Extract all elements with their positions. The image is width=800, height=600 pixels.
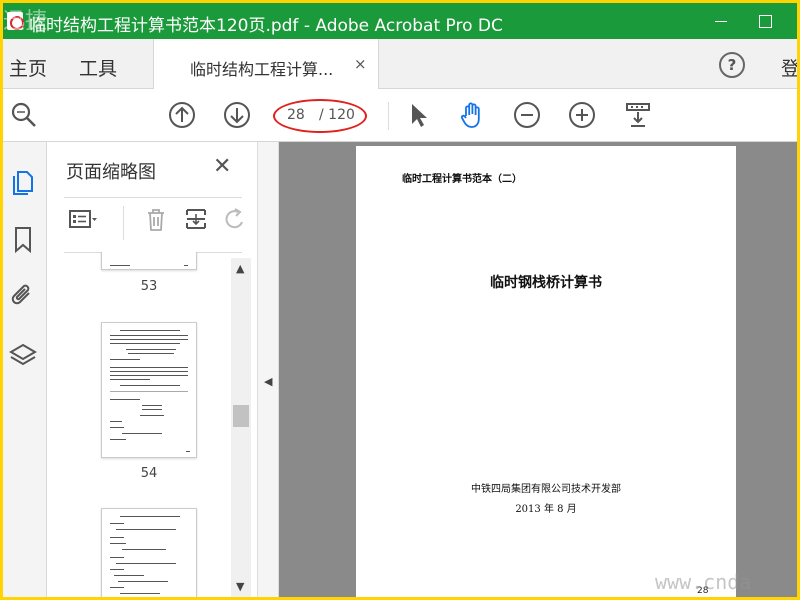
- collapse-panel-icon[interactable]: ◀: [264, 375, 272, 388]
- thumb-line: [110, 367, 188, 368]
- scrollbar-handle[interactable]: [233, 405, 249, 427]
- layers-icon[interactable]: [8, 340, 38, 370]
- next-page-icon[interactable]: [222, 100, 252, 130]
- thumbnail-label: 54: [140, 466, 158, 481]
- thumb-line: [110, 335, 188, 336]
- thumb-line: [110, 265, 130, 266]
- options-menu-icon[interactable]: [68, 204, 98, 234]
- page-header: 临时工程计算书范本（二）: [402, 174, 522, 185]
- total-pages: / 120: [319, 107, 355, 123]
- corner-watermark: 迅捷: [3, 9, 48, 34]
- thumb-line: [120, 330, 180, 331]
- thumb-line: [110, 399, 140, 400]
- document-title: 临时钢栈桥计算书: [490, 275, 602, 291]
- thumbnail-page[interactable]: [101, 252, 197, 270]
- window-title: 临时结构工程计算书范本120页.pdf - Adobe Acrobat Pro …: [29, 16, 503, 36]
- zoom-in-icon[interactable]: [567, 100, 597, 130]
- tab-document[interactable]: 临时结构工程计算... ×: [153, 39, 379, 89]
- page-number-box[interactable]: 28 / 120: [273, 99, 367, 133]
- signin-button[interactable]: 登: [781, 54, 797, 81]
- thumb-line: [110, 371, 188, 372]
- thumb-line: [142, 405, 162, 406]
- panel-title: 页面缩略图: [66, 162, 156, 183]
- document-date: 2013 年 8 月: [515, 504, 577, 515]
- insert-page-icon[interactable]: [181, 204, 211, 234]
- thumbnails-panel: 页面缩略图 ✕ 53 54 ▲ ▼: [48, 142, 257, 597]
- title-bar: 临时结构工程计算书范本120页.pdf - Adobe Acrobat Pro …: [3, 3, 797, 39]
- thumb-line: [110, 343, 180, 344]
- thumb-line: [122, 549, 166, 550]
- thumb-line: [110, 421, 122, 422]
- thumb-line: [120, 593, 160, 594]
- thumbnail-label: 53: [140, 279, 158, 294]
- pdf-page: 临时工程计算书范本（二） 临时钢栈桥计算书 中铁四局集团有限公司技术开发部 20…: [356, 146, 736, 597]
- thumb-line: [110, 379, 150, 380]
- thumb-line: [140, 415, 164, 416]
- thumb-line: [116, 563, 176, 564]
- thumb-line: [128, 353, 174, 354]
- thumbnail-page[interactable]: [101, 322, 197, 458]
- page-thumbnails-icon[interactable]: [8, 166, 38, 196]
- main-toolbar: 28 / 120: [3, 90, 797, 142]
- previous-page-icon[interactable]: [167, 100, 197, 130]
- company-name: 中铁四局集团有限公司技术开发部: [471, 484, 621, 495]
- thumb-line: [120, 516, 180, 517]
- thumb-line: [118, 581, 168, 582]
- thumb-line: [120, 385, 180, 386]
- minimize-button[interactable]: [711, 11, 731, 31]
- thumbnail-list: 53 54: [48, 252, 228, 597]
- help-icon[interactable]: ?: [719, 52, 745, 78]
- document-tab-label: 临时结构工程计算...: [190, 60, 334, 79]
- tab-bar: 主页 工具 临时结构工程计算... × ? 登: [3, 39, 797, 89]
- panel-splitter[interactable]: ◀: [257, 142, 279, 597]
- rotate-page-icon[interactable]: [218, 204, 248, 234]
- page-display-icon[interactable]: [623, 100, 653, 130]
- hand-tool-icon[interactable]: [457, 100, 487, 130]
- thumb-line: [186, 451, 190, 452]
- thumb-line: [110, 439, 126, 440]
- panel-tool-divider: [123, 206, 124, 240]
- attachment-icon[interactable]: [8, 280, 38, 310]
- thumb-line: [110, 523, 124, 524]
- thumb-line: [110, 427, 124, 428]
- select-cursor-icon[interactable]: [403, 100, 433, 130]
- toolbar-divider: [388, 102, 389, 130]
- zoom-out-icon[interactable]: [512, 100, 542, 130]
- scroll-down-icon[interactable]: ▼: [236, 580, 244, 593]
- tab-home[interactable]: 主页: [9, 54, 47, 81]
- zoom-search-icon[interactable]: [9, 100, 39, 130]
- page-footer-number: 28: [697, 586, 709, 596]
- thumb-line: [110, 543, 126, 544]
- thumbnail-scrollbar[interactable]: ▲ ▼: [231, 258, 251, 597]
- delete-page-icon[interactable]: [141, 204, 171, 234]
- close-tab-icon[interactable]: ×: [354, 55, 367, 73]
- thumb-line: [110, 391, 188, 392]
- thumb-line: [110, 557, 124, 558]
- document-view[interactable]: 临时工程计算书范本（二） 临时钢栈桥计算书 中铁四局集团有限公司技术开发部 20…: [279, 142, 797, 597]
- thumb-line: [110, 339, 188, 340]
- thumb-line: [122, 433, 162, 434]
- thumb-line: [116, 529, 176, 530]
- scroll-up-icon[interactable]: ▲: [236, 262, 244, 275]
- thumb-line: [110, 569, 124, 570]
- thumb-line: [110, 359, 140, 360]
- thumb-line: [110, 587, 124, 588]
- bookmark-icon[interactable]: [8, 224, 38, 254]
- panel-divider: [64, 197, 242, 198]
- tab-tools[interactable]: 工具: [79, 54, 117, 81]
- thumb-line: [110, 375, 188, 376]
- thumb-line: [114, 575, 144, 576]
- thumb-line: [126, 349, 176, 350]
- maximize-button[interactable]: [755, 11, 775, 31]
- thumb-line: [142, 409, 162, 410]
- thumbnail-page[interactable]: [101, 508, 197, 597]
- close-panel-icon[interactable]: ✕: [213, 154, 231, 179]
- thumb-line: [110, 537, 124, 538]
- app-window: 临时结构工程计算书范本120页.pdf - Adobe Acrobat Pro …: [3, 3, 797, 597]
- thumb-line: [184, 265, 188, 266]
- navigation-rail: [3, 142, 47, 597]
- current-page-input[interactable]: 28: [287, 107, 305, 123]
